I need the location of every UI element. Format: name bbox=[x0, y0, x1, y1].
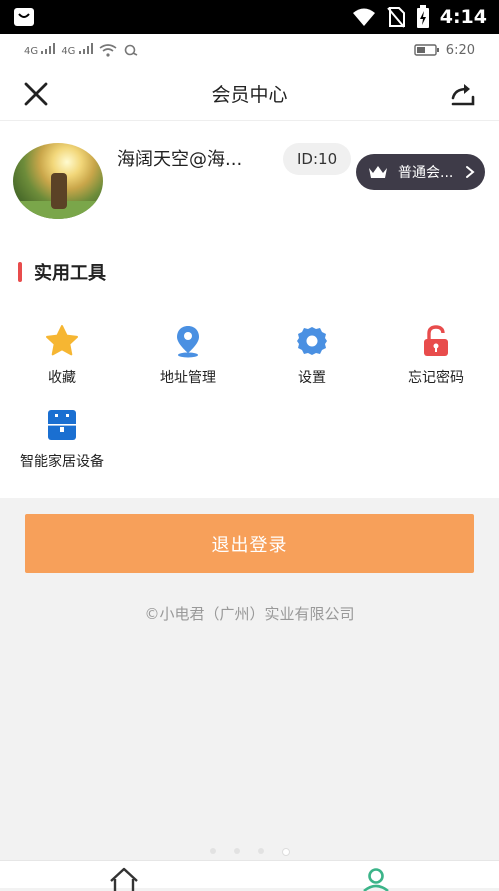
tool-settings[interactable]: 设置 bbox=[257, 323, 367, 387]
tools-section: 实用工具 收藏 地址管理 设置 忘记密码 智能家居设备 bbox=[0, 231, 499, 498]
star-icon bbox=[46, 325, 78, 356]
copyright-text: ©小电君（广州）实业有限公司 bbox=[144, 605, 355, 623]
wifi-icon bbox=[352, 8, 375, 26]
bottom-tab-bar bbox=[0, 860, 499, 891]
page-indicator bbox=[0, 848, 499, 856]
member-level-label: 普通会... bbox=[398, 165, 454, 181]
section-marker bbox=[18, 262, 22, 282]
chevron-right-icon bbox=[466, 166, 475, 178]
battery-icon bbox=[414, 44, 439, 56]
tool-label: 忘记密码 bbox=[408, 370, 464, 386]
member-level-button[interactable]: 普通会... bbox=[356, 154, 485, 190]
signal-4g-icon: 4G bbox=[61, 43, 93, 57]
gear-icon bbox=[297, 327, 327, 355]
link-icon bbox=[124, 44, 137, 56]
page-dot bbox=[257, 848, 264, 854]
section-title: 实用工具 bbox=[18, 259, 106, 285]
wifi-icon bbox=[99, 43, 117, 57]
tool-favorites[interactable]: 收藏 bbox=[7, 323, 117, 387]
system-status-bar: 4:14 bbox=[0, 0, 499, 34]
tool-address[interactable]: 地址管理 bbox=[133, 323, 243, 387]
app-header: 会员中心 bbox=[0, 66, 499, 121]
logout-button[interactable]: 退出登录 bbox=[25, 514, 474, 573]
app-status-strip: 4G 4G 6:20 bbox=[0, 34, 499, 66]
network-label: 4G bbox=[24, 46, 39, 57]
smart-device-icon bbox=[48, 410, 76, 440]
status-time: 6:20 bbox=[445, 42, 475, 58]
system-left bbox=[12, 5, 36, 29]
notification-bag-icon bbox=[14, 8, 34, 26]
signal-4g-icon: 4G bbox=[24, 43, 56, 57]
share-icon[interactable] bbox=[449, 80, 477, 108]
page-dot bbox=[209, 848, 216, 854]
battery-charging-icon bbox=[416, 5, 429, 28]
tool-label: 收藏 bbox=[48, 370, 76, 386]
page-dot-active bbox=[281, 848, 290, 856]
tool-label: 地址管理 bbox=[160, 370, 216, 386]
user-id-badge: ID:10 bbox=[283, 143, 352, 175]
tool-label: 智能家居设备 bbox=[20, 454, 104, 470]
close-icon[interactable] bbox=[22, 80, 50, 108]
network-label: 4G bbox=[61, 46, 76, 57]
tool-forgot-password[interactable]: 忘记密码 bbox=[381, 323, 491, 387]
tool-label: 设置 bbox=[298, 370, 326, 386]
user-nickname: 海阔天空@海... bbox=[117, 149, 243, 170]
crown-icon bbox=[369, 166, 387, 178]
home-icon[interactable] bbox=[108, 867, 140, 891]
system-time: 4:14 bbox=[439, 6, 487, 28]
avatar[interactable] bbox=[13, 143, 103, 219]
status-left: 4G 4G bbox=[24, 43, 139, 57]
page-dot bbox=[233, 848, 240, 854]
no-sim-icon bbox=[386, 7, 405, 28]
profile-card: 海阔天空@海... ID:10 普通会... bbox=[0, 121, 499, 231]
system-right: 4:14 bbox=[352, 5, 487, 29]
page-title: 会员中心 bbox=[211, 83, 288, 106]
user-icon[interactable] bbox=[360, 867, 392, 891]
status-right: 6:20 bbox=[414, 43, 475, 58]
unlock-icon bbox=[424, 325, 448, 356]
location-pin-icon bbox=[177, 326, 199, 358]
tool-smart-home[interactable]: 智能家居设备 bbox=[7, 407, 117, 471]
section-title-text: 实用工具 bbox=[34, 263, 106, 284]
avatar-tree bbox=[51, 173, 67, 209]
